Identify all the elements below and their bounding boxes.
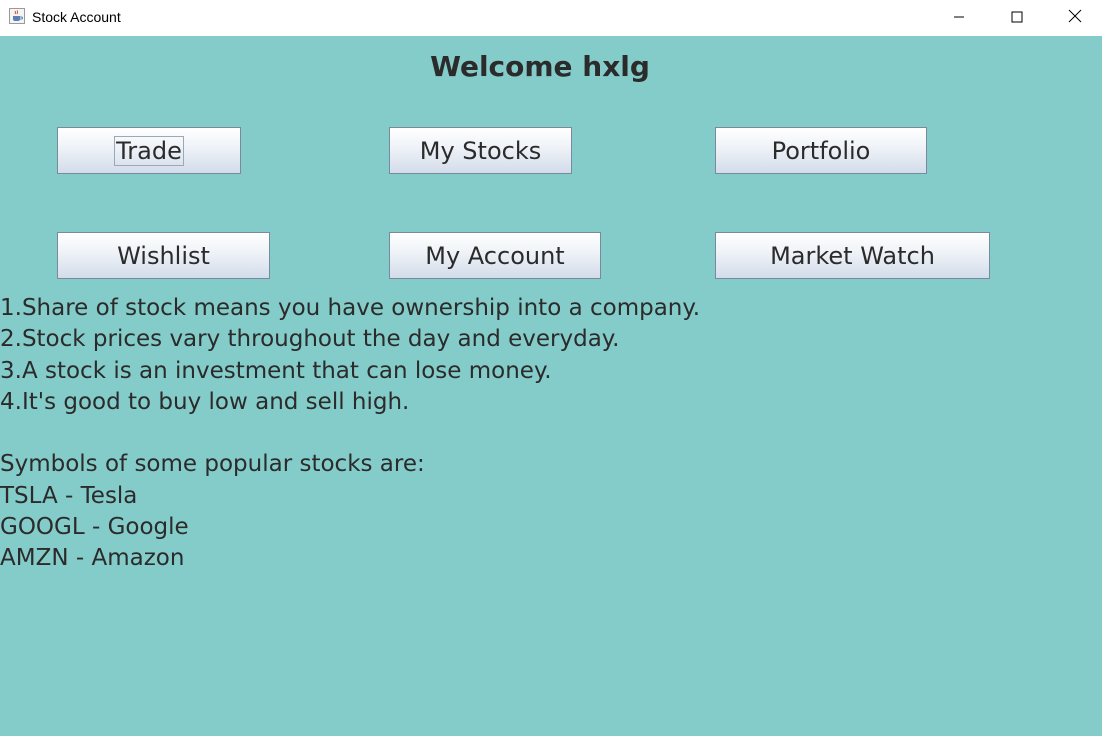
symbol-line: GOOGL - Google (0, 514, 189, 541)
my-account-button[interactable]: My Account (389, 232, 601, 279)
portfolio-button[interactable]: Portfolio (715, 127, 927, 174)
tip-line: 3.A stock is an investment that can lose… (0, 357, 552, 384)
stock-account-window: Stock Account Welcome hxlg Trade My Stoc… (0, 0, 1102, 736)
my-stocks-button-label: My Stocks (419, 136, 542, 165)
market-watch-button-label: Market Watch (770, 241, 935, 270)
wishlist-button[interactable]: Wishlist (57, 232, 270, 279)
my-stocks-button[interactable]: My Stocks (389, 127, 572, 174)
market-watch-button[interactable]: Market Watch (715, 232, 990, 279)
my-account-button-label: My Account (425, 241, 565, 270)
tip-line: 1.Share of stock means you have ownershi… (0, 295, 701, 321)
stock-info-text: 1.Share of stock means you have ownershi… (0, 293, 700, 575)
title-bar[interactable]: Stock Account (0, 0, 1102, 36)
portfolio-button-label: Portfolio (771, 136, 871, 165)
minimize-button[interactable] (930, 0, 988, 34)
symbol-line: AMZN - Amazon (0, 545, 185, 572)
window-title: Stock Account (32, 9, 121, 25)
close-button[interactable] (1046, 0, 1102, 34)
maximize-button[interactable] (988, 0, 1046, 34)
symbol-line: TSLA - Tesla (0, 482, 138, 509)
maximize-icon (1011, 8, 1023, 27)
symbols-heading: Symbols of some popular stocks are: (0, 451, 425, 478)
tip-line: 4.It's good to buy low and sell high. (0, 388, 410, 415)
tip-line: 2.Stock prices vary throughout the day a… (0, 326, 620, 353)
wishlist-button-label: Wishlist (117, 241, 210, 270)
minimize-icon (953, 8, 965, 27)
trade-button-label: Trade (114, 135, 184, 166)
welcome-heading: Welcome hxlg (430, 50, 650, 83)
trade-button[interactable]: Trade (57, 127, 241, 174)
close-icon (1068, 8, 1082, 27)
java-coffee-cup-icon (9, 8, 25, 24)
